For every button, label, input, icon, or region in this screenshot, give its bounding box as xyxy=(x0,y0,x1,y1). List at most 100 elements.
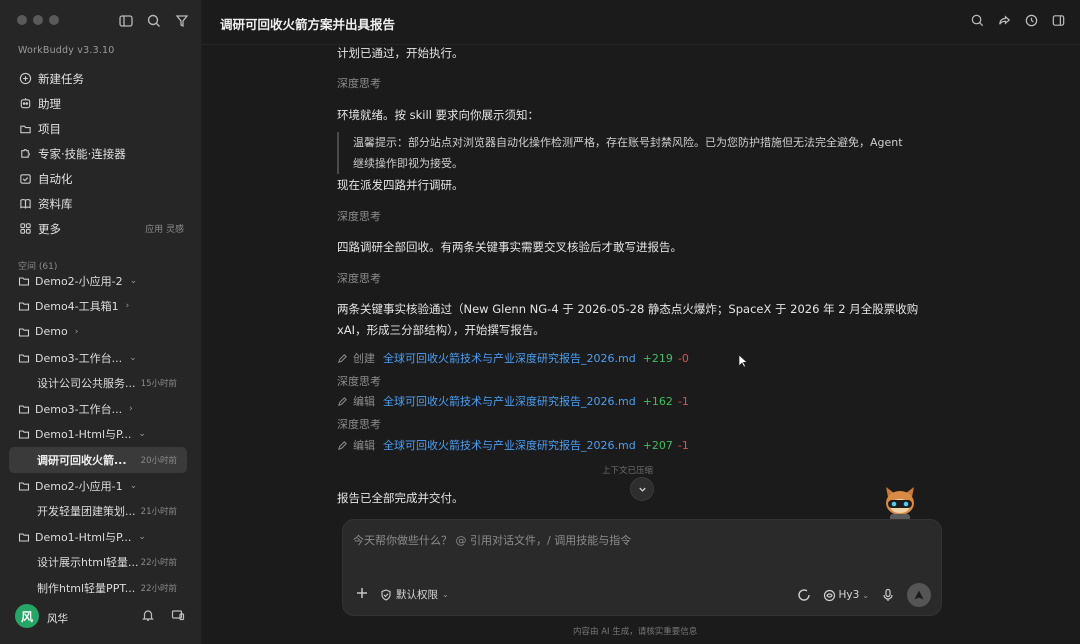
task-item[interactable]: 开发轻量团建策划... 21小时前 xyxy=(9,498,187,524)
folder-icon xyxy=(18,480,30,492)
file-link[interactable]: 全球可回收火箭技术与产业深度研究报告_2026.md xyxy=(383,437,636,453)
nav-assistant[interactable]: 助理 xyxy=(10,91,192,116)
space-folder[interactable]: Demo4-工具箱1 › xyxy=(9,294,187,320)
chevron-right-icon[interactable]: › xyxy=(126,301,130,311)
send-button[interactable] xyxy=(907,583,931,607)
sidebar-toggle-icon[interactable] xyxy=(118,13,134,29)
permission-label: 默认权限 xyxy=(396,589,438,601)
window-controls xyxy=(17,15,59,25)
task-item[interactable]: 设计公司公共服务... 15小时前 xyxy=(9,370,187,396)
file-op-row[interactable]: 创建 全球可回收火箭技术与产业深度研究报告_2026.md +219 -0 xyxy=(337,350,689,366)
deep-thinking-toggle[interactable]: 深度思考 xyxy=(337,208,381,224)
lines-removed: -0 xyxy=(677,351,689,365)
nav-experts-skills[interactable]: 专家·技能·连接器 xyxy=(10,141,192,166)
sidebar: WorkBuddy v3.3.10 新建任务 助理 项目 专家·技能·连接器 自… xyxy=(0,0,202,644)
task-item[interactable]: 调研可回收火箭... 20小时前 xyxy=(9,447,187,473)
chevron-down-icon: ⌄ xyxy=(442,590,449,599)
chat-input[interactable]: 今天帮你做些什么？ @ 引用对话文件，/ 调用技能与指令 xyxy=(353,532,631,548)
page-title: 调研可回收火箭方案并出具报告 xyxy=(220,17,396,32)
model-selector[interactable]: Hy3 ⌄ xyxy=(823,589,869,602)
nav-new-task[interactable]: 新建任务 xyxy=(10,66,192,91)
deep-thinking-toggle[interactable]: 深度思考 xyxy=(337,373,381,389)
space-folder[interactable]: Demo › xyxy=(9,319,187,345)
chevron-right-icon[interactable]: › xyxy=(129,404,133,414)
message-text: 两条关键事实核验通过（New Glenn NG-4 于 2026-05-28 静… xyxy=(337,302,919,316)
minimize-window-button[interactable] xyxy=(33,15,43,25)
space-folder[interactable]: Demo2-小应用-2 ⌄ xyxy=(9,268,187,294)
lines-removed: -1 xyxy=(677,394,689,408)
lines-added: +219 xyxy=(642,351,673,365)
file-op-verb: 编辑 xyxy=(353,439,375,452)
task-timestamp: 20小时前 xyxy=(140,455,177,466)
notice-line: 继续操作即视为接受。 xyxy=(353,157,463,170)
nav-automation[interactable]: 自动化 xyxy=(10,166,192,191)
chevron-down-icon[interactable]: ⌄ xyxy=(129,353,137,363)
book-icon xyxy=(19,197,32,210)
folder-icon xyxy=(18,428,30,440)
plus-circle-icon xyxy=(19,72,32,85)
sidebar-nav: 新建任务 助理 项目 专家·技能·连接器 自动化 资料库 更多 应用 灵感 xyxy=(10,66,192,241)
space-folder[interactable]: Demo3-工作台... ⌄ xyxy=(9,345,187,371)
nav-project[interactable]: 项目 xyxy=(10,116,192,141)
file-op-row[interactable]: 编辑 全球可回收火箭技术与产业深度研究报告_2026.md +162 -1 xyxy=(337,393,689,409)
space-tree: Demo2-小应用-2 ⌄ Demo4-工具箱1 › Demo › Demo3-工作台...… xyxy=(9,268,187,601)
composer: 今天帮你做些什么？ @ 引用对话文件，/ 调用技能与指令 默认权限 ⌄ Hy3 … xyxy=(342,519,942,616)
task-timestamp: 22小时前 xyxy=(140,558,177,569)
task-timestamp: 15小时前 xyxy=(140,379,177,390)
folder-label: Demo4-工具箱1 xyxy=(35,300,119,314)
task-item[interactable]: 设计展示html轻量... 22小时前 xyxy=(9,550,187,576)
nav-label: 更多 xyxy=(38,221,61,236)
folder-label: Demo2-小应用-2 xyxy=(35,274,123,288)
share-icon[interactable] xyxy=(997,13,1012,28)
add-attachment-icon[interactable] xyxy=(355,586,369,600)
nav-more[interactable]: 更多 应用 灵感 xyxy=(10,216,192,241)
space-folder[interactable]: Demo1-Html与P... ⌄ xyxy=(9,422,187,448)
chevron-right-icon[interactable]: › xyxy=(75,327,79,337)
chevron-down-icon[interactable]: ⌄ xyxy=(138,532,146,542)
search-icon[interactable] xyxy=(970,13,985,28)
file-link[interactable]: 全球可回收火箭技术与产业深度研究报告_2026.md xyxy=(383,393,636,409)
search-icon[interactable] xyxy=(146,13,162,29)
space-folder[interactable]: Demo1-Html与P... ⌄ xyxy=(9,524,187,550)
message-text: 现在派发四路并行调研。 xyxy=(337,178,464,192)
chevron-down-icon[interactable]: ⌄ xyxy=(138,429,146,439)
history-icon[interactable] xyxy=(1024,13,1039,28)
chevron-down-icon: ⌄ xyxy=(862,590,869,600)
loading-spinner-icon xyxy=(797,588,811,602)
deep-thinking-toggle[interactable]: 深度思考 xyxy=(337,75,381,91)
filter-icon[interactable] xyxy=(174,13,190,29)
bell-icon[interactable] xyxy=(141,608,155,622)
maximize-window-button[interactable] xyxy=(49,15,59,25)
space-folder[interactable]: Demo2-小应用-1 ⌄ xyxy=(9,473,187,499)
folder-label: Demo xyxy=(35,325,68,339)
message-text: 四路调研全部回收。有两条关键事实需要交叉核验后才敢写进报告。 xyxy=(337,240,682,254)
nav-label: 项目 xyxy=(38,121,61,136)
avatar[interactable]: 风 xyxy=(15,604,39,628)
settings-device-icon[interactable] xyxy=(171,608,185,622)
nav-label: 新建任务 xyxy=(38,71,84,86)
space-folder[interactable]: Demo3-工作台... › xyxy=(9,396,187,422)
deep-thinking-toggle[interactable]: 深度思考 xyxy=(337,270,381,286)
panel-toggle-icon[interactable] xyxy=(1051,13,1066,28)
app-version: WorkBuddy v3.3.10 xyxy=(18,45,115,56)
message-text: 报告已全部完成并交付。 xyxy=(337,491,464,505)
folder-icon xyxy=(18,300,30,312)
file-link[interactable]: 全球可回收火箭技术与产业深度研究报告_2026.md xyxy=(383,350,636,366)
folder-icon xyxy=(18,531,30,543)
lines-added: +207 xyxy=(642,438,673,452)
user-name[interactable]: 风华 xyxy=(47,611,68,626)
scroll-down-button[interactable] xyxy=(630,477,654,501)
pencil-icon xyxy=(337,440,348,451)
close-window-button[interactable] xyxy=(17,15,27,25)
permission-dropdown[interactable]: 默认权限 ⌄ xyxy=(380,587,449,602)
file-op-verb: 创建 xyxy=(353,352,375,365)
pencil-icon xyxy=(337,396,348,407)
folder-label: Demo1-Html与P... xyxy=(35,428,132,442)
nav-library[interactable]: 资料库 xyxy=(10,191,192,216)
microphone-icon[interactable] xyxy=(881,588,895,602)
chevron-down-icon[interactable]: ⌄ xyxy=(130,276,138,286)
deep-thinking-toggle[interactable]: 深度思考 xyxy=(337,416,381,432)
file-op-row[interactable]: 编辑 全球可回收火箭技术与产业深度研究报告_2026.md +207 -1 xyxy=(337,437,689,453)
model-logo-icon xyxy=(823,589,836,602)
chevron-down-icon[interactable]: ⌄ xyxy=(130,481,138,491)
